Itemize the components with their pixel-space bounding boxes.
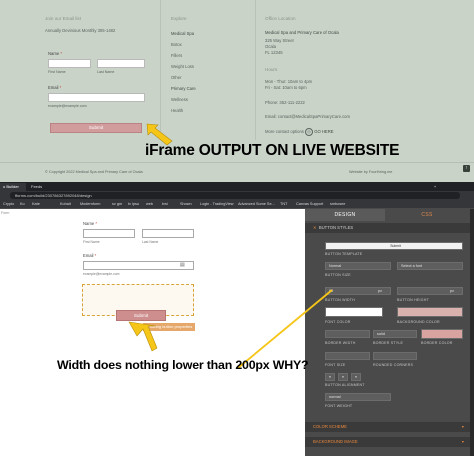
annotation-line xyxy=(237,289,333,369)
arrow-annotation-icon xyxy=(128,321,158,352)
annotation-line-overlay xyxy=(128,289,333,369)
annotation-caption-bottom: Width does nothing lower than 200px WHY? xyxy=(57,358,309,372)
